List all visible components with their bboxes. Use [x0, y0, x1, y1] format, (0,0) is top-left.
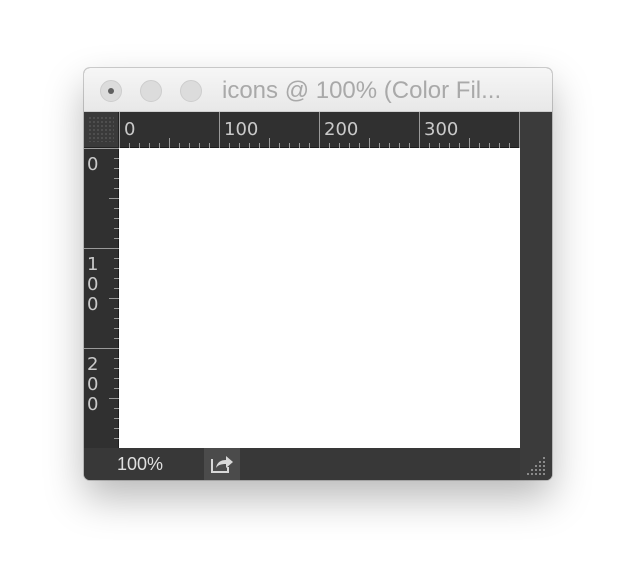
v-ruler-label-200: 200 — [87, 354, 98, 415]
v-ruler-label-100: 100 — [87, 254, 98, 315]
minimize-button[interactable] — [140, 80, 162, 102]
zoom-button[interactable] — [180, 80, 202, 102]
horizontal-ruler[interactable]: 0 100 200 300 — [119, 112, 520, 148]
share-export-icon — [211, 456, 233, 473]
horizontal-ruler-graphics: 0 100 200 300 — [119, 112, 520, 148]
zoom-level[interactable]: 100% — [117, 454, 163, 474]
resize-grip-icon — [527, 457, 545, 475]
h-ruler-label-300: 300 — [424, 119, 458, 140]
share-button[interactable] — [204, 448, 240, 480]
resize-grip[interactable] — [520, 448, 552, 480]
close-button[interactable] — [100, 80, 122, 102]
document-window: icons @ 100% (Color Fil... 0 100 200 300… — [84, 68, 552, 480]
vertical-ruler[interactable]: 0 100 200 — [84, 148, 119, 448]
v-ruler-label-0: 0 — [87, 154, 98, 175]
window-title: icons @ 100% (Color Fil... — [222, 77, 502, 104]
vertical-ruler-graphics: 0 1 0 0 2 0 0 — [84, 148, 119, 439]
h-ruler-label-0: 0 — [124, 119, 135, 140]
ruler-origin-corner[interactable] — [84, 112, 119, 148]
h-ruler-label-100: 100 — [224, 119, 258, 140]
close-dot-icon — [108, 88, 114, 94]
h-ruler-label-200: 200 — [324, 119, 358, 140]
title-bar[interactable]: icons @ 100% (Color Fil... — [84, 68, 552, 112]
ruler-corner-pattern — [88, 116, 114, 142]
document-canvas[interactable] — [119, 148, 520, 448]
status-bar: 100% — [84, 448, 520, 480]
vertical-scroll-area[interactable] — [520, 112, 552, 480]
